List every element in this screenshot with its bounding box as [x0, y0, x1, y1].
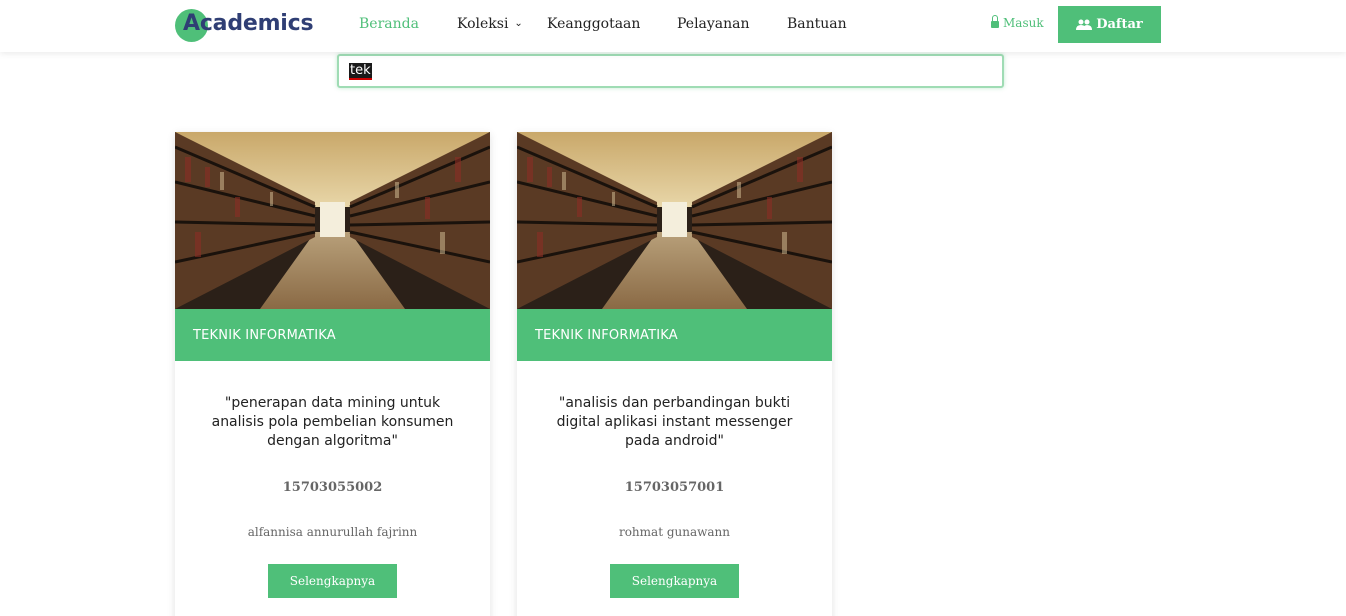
register-button[interactable]: Daftar — [1058, 6, 1161, 43]
card-author: alfannisa annurullah fajrinn — [247, 525, 418, 539]
card-title: "penerapan data mining untuk analisis po… — [211, 395, 454, 449]
top-navbar: Academics Beranda Koleksi ⌄ Keanggotaan P… — [0, 0, 1346, 52]
nav-pelayanan[interactable]: Pelayanan — [677, 16, 750, 32]
nav-bantuan[interactable]: Bantuan — [787, 16, 847, 32]
card-student-id: 15703057001 — [624, 480, 725, 495]
login-label: Masuk — [1003, 16, 1044, 30]
login-link[interactable]: Masuk — [991, 15, 1044, 30]
library-shelves-image — [175, 132, 490, 309]
card-category: TEKNIK INFORMATIKA — [175, 309, 490, 361]
details-button[interactable]: Selengkapnya — [610, 564, 739, 598]
search-input-value: tek — [349, 62, 372, 80]
nav-koleksi-label: Koleksi — [457, 16, 509, 32]
chevron-down-icon: ⌄ — [514, 18, 523, 29]
details-button[interactable]: Selengkapnya — [268, 564, 397, 598]
lock-icon — [991, 15, 999, 28]
users-icon — [1076, 19, 1093, 30]
collection-card: TEKNIK INFORMATIKA "penerapan data minin… — [175, 132, 490, 616]
card-student-id: 15703055002 — [282, 480, 383, 495]
card-title: "analisis dan perbandingan bukti digital… — [556, 395, 793, 449]
nav-koleksi[interactable]: Koleksi ⌄ — [457, 16, 523, 32]
nav-keanggotaan[interactable]: Keanggotaan — [547, 16, 640, 32]
logo-text: Academics — [183, 11, 314, 36]
library-shelves-image — [517, 132, 832, 309]
search-input[interactable]: tek — [337, 54, 1004, 88]
register-label: Daftar — [1096, 17, 1143, 32]
nav-beranda[interactable]: Beranda — [359, 16, 419, 32]
card-category: TEKNIK INFORMATIKA — [517, 309, 832, 361]
card-author: rohmat gunawann — [618, 525, 731, 539]
collection-card: TEKNIK INFORMATIKA "analisis dan perband… — [517, 132, 832, 616]
